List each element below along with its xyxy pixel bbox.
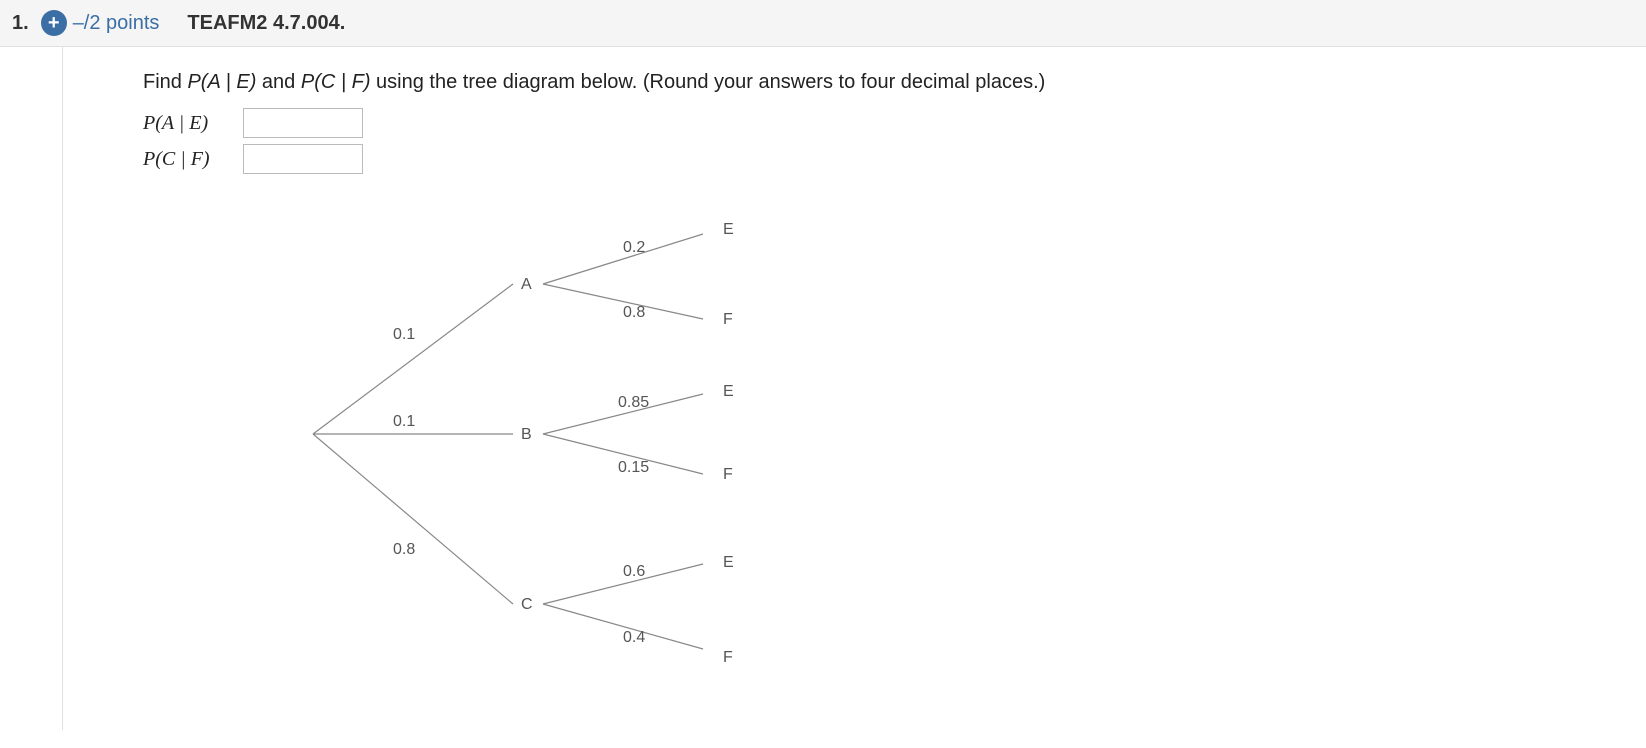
prompt-text-2: and bbox=[256, 71, 300, 93]
prob-C: 0.8 bbox=[393, 541, 415, 558]
prob-C-E: 0.6 bbox=[623, 563, 645, 580]
node-A: A bbox=[521, 276, 532, 293]
tree-diagram: 0.1 A 0.1 B 0.8 C 0.2 E 0.8 F 0.85 E 0.1… bbox=[293, 204, 1646, 690]
node-B-E: E bbox=[723, 383, 734, 400]
answer-row-pcf: P(C | F) bbox=[143, 144, 1646, 174]
question-body: Find P(A | E) and P(C | F) using the tre… bbox=[62, 47, 1646, 730]
prob-A-F: 0.8 bbox=[623, 304, 645, 321]
prob-B: 0.1 bbox=[393, 413, 415, 430]
node-B-F: F bbox=[723, 466, 733, 483]
question-header: 1. + –/2 points TEAFM2 4.7.004. bbox=[0, 0, 1646, 47]
answer-label-pae: P(A | E) bbox=[143, 112, 233, 135]
points-label: –/2 points bbox=[73, 12, 160, 35]
tree-svg: 0.1 A 0.1 B 0.8 C 0.2 E 0.8 F 0.85 E 0.1… bbox=[293, 204, 853, 684]
answer-label-pcf: P(C | F) bbox=[143, 148, 233, 171]
prompt-expr-2: P(C | F) bbox=[301, 71, 371, 93]
prob-A-E: 0.2 bbox=[623, 239, 645, 256]
node-C: C bbox=[521, 596, 533, 613]
prompt-text-1: Find bbox=[143, 71, 187, 93]
prob-A: 0.1 bbox=[393, 326, 415, 343]
branch-C bbox=[313, 434, 513, 604]
prob-B-E: 0.85 bbox=[618, 394, 649, 411]
question-prompt: Find P(A | E) and P(C | F) using the tre… bbox=[143, 71, 1646, 94]
prompt-expr-1: P(A | E) bbox=[187, 71, 256, 93]
prompt-text-3: using the tree diagram below. (Round you… bbox=[371, 71, 1046, 93]
answer-input-pcf[interactable] bbox=[243, 144, 363, 174]
question-code: TEAFM2 4.7.004. bbox=[187, 12, 345, 35]
expand-icon[interactable]: + bbox=[41, 10, 67, 36]
prob-C-F: 0.4 bbox=[623, 629, 645, 646]
node-C-E: E bbox=[723, 554, 734, 571]
prob-B-F: 0.15 bbox=[618, 459, 649, 476]
branch-A bbox=[313, 284, 513, 434]
node-A-F: F bbox=[723, 311, 733, 328]
answer-input-pae[interactable] bbox=[243, 108, 363, 138]
question-number: 1. bbox=[12, 12, 29, 35]
node-B: B bbox=[521, 426, 532, 443]
answer-row-pae: P(A | E) bbox=[143, 108, 1646, 138]
node-C-F: F bbox=[723, 649, 733, 666]
node-A-E: E bbox=[723, 221, 734, 238]
